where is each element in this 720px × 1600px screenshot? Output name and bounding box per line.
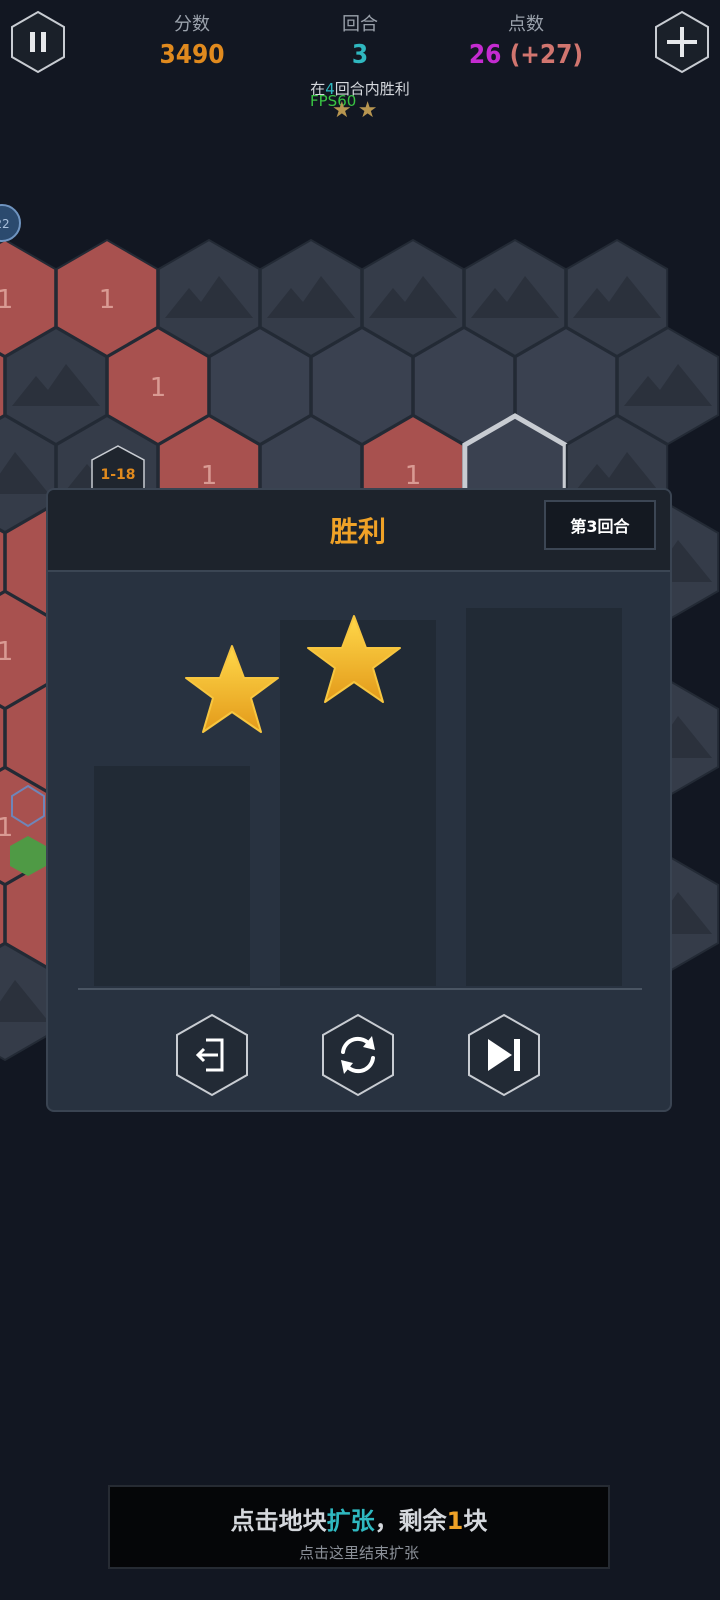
- star-column-1: [94, 766, 250, 986]
- tile-value: 1: [150, 373, 167, 403]
- add-button[interactable]: [654, 10, 710, 74]
- tile-value: 1: [405, 461, 422, 491]
- tile-value: 1: [0, 285, 13, 315]
- points-label: 点数: [508, 14, 544, 35]
- goal-stars: ★★: [332, 98, 384, 123]
- replay-button[interactable]: [320, 1012, 396, 1098]
- star-icon: [307, 615, 401, 703]
- divider: [78, 988, 642, 990]
- round-label: 回合: [342, 14, 378, 35]
- round-indicator: 第3回合: [544, 500, 656, 550]
- score-label: 分数: [174, 14, 210, 35]
- unit-marker[interactable]: [11, 784, 45, 828]
- win-goal: 在4回合内胜利: [310, 80, 410, 98]
- tile-value: 1: [201, 461, 218, 491]
- round-value: 3: [351, 40, 369, 70]
- dialog-header: 胜利 第3回合: [48, 490, 670, 572]
- tile-value: 1: [0, 813, 13, 843]
- unit-badge-label: 22: [0, 217, 10, 231]
- dialog-title: 胜利: [329, 515, 386, 548]
- round-stat: 回合 3: [290, 10, 430, 70]
- pause-icon: [30, 32, 35, 52]
- points-stat: 点数 26 (+27): [456, 10, 596, 70]
- expansion-subtext: 点击这里结束扩张: [298, 1544, 419, 1562]
- tile-value: 1: [99, 285, 116, 315]
- points-value: 26: [468, 40, 502, 70]
- score-stat: 分数 3490: [122, 10, 262, 70]
- star-icon: [185, 645, 279, 733]
- points-gain: (+27): [509, 40, 584, 70]
- star-column-3: [466, 608, 622, 986]
- end-expansion-bar[interactable]: 点击地块扩张，剩余1块 点击这里结束扩张: [108, 1485, 610, 1569]
- victory-dialog: 胜利 第3回合: [46, 488, 672, 1112]
- expansion-instruction: 点击地块扩张，剩余1块: [230, 1507, 488, 1535]
- tile-value: 1: [0, 637, 13, 667]
- next-level-button[interactable]: [466, 1012, 542, 1098]
- pause-button[interactable]: [10, 10, 66, 74]
- exit-button[interactable]: [174, 1012, 250, 1098]
- score-value: 3490: [159, 40, 225, 70]
